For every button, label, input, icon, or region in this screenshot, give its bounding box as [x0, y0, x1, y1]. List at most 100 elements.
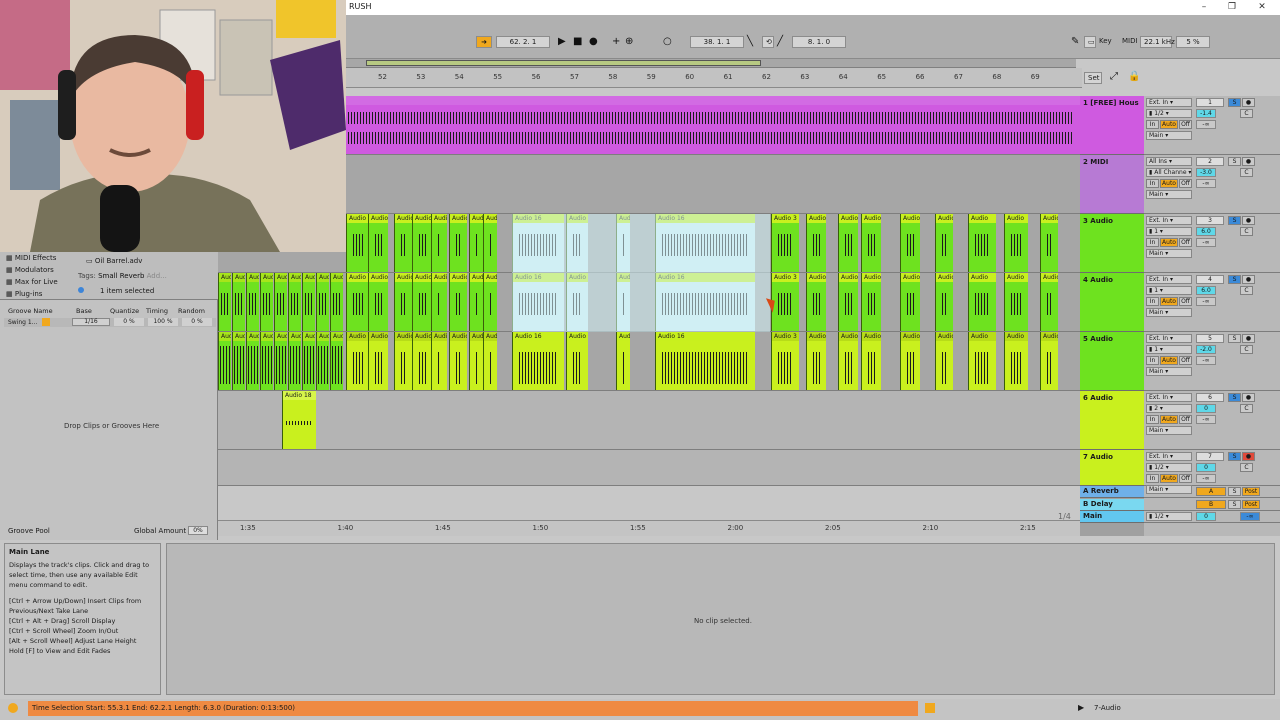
- audio-clip[interactable]: Audio: [1040, 214, 1058, 272]
- monitor-in-button[interactable]: In: [1146, 415, 1159, 424]
- audio-clip[interactable]: Audio: [838, 273, 858, 331]
- solo-button[interactable]: S: [1228, 157, 1241, 166]
- audio-clip[interactable]: Audio: [566, 214, 588, 272]
- send-value[interactable]: -∞: [1196, 120, 1216, 129]
- monitor-off-button[interactable]: Off: [1179, 238, 1192, 247]
- arm-button[interactable]: ●: [1242, 157, 1255, 166]
- punch-out-icon[interactable]: ╱: [777, 35, 783, 49]
- arrangement-track[interactable]: at - RUSH: [218, 96, 1080, 155]
- monitor-auto-button[interactable]: Auto: [1160, 297, 1178, 306]
- audio-clip[interactable]: Aud: [288, 332, 301, 390]
- groove-base-value[interactable]: 1/16: [72, 318, 110, 326]
- output-select[interactable]: Main ▾: [1146, 426, 1192, 435]
- audio-clip[interactable]: Aud: [260, 332, 273, 390]
- input-type-select[interactable]: All Ins ▾: [1146, 157, 1192, 166]
- input-channel-select[interactable]: ▮ 2 ▾: [1146, 404, 1192, 413]
- post-button[interactable]: Post: [1242, 487, 1260, 496]
- tag-add[interactable]: Add...: [147, 272, 167, 280]
- pan-knob[interactable]: C: [1240, 345, 1253, 354]
- loop-length[interactable]: 8. 1. 0: [792, 36, 846, 48]
- output-select[interactable]: Main ▾: [1146, 308, 1192, 317]
- input-type-select[interactable]: Ext. In ▾: [1146, 98, 1192, 107]
- audio-clip[interactable]: Aud: [330, 332, 343, 390]
- play-small-icon[interactable]: ▶: [1078, 703, 1084, 712]
- track-header[interactable]: 4 Audio: [1080, 273, 1144, 332]
- audio-clip[interactable]: Audio: [431, 214, 447, 272]
- arrangement-track[interactable]: [218, 450, 1080, 486]
- audio-clip[interactable]: Audio: [1004, 273, 1028, 331]
- audio-clip[interactable]: Audio: [346, 214, 370, 272]
- volume-value[interactable]: 0: [1196, 463, 1216, 472]
- groove-random-value[interactable]: 0 %: [182, 318, 212, 326]
- output-select[interactable]: Main ▾: [1146, 249, 1192, 258]
- audio-clip[interactable]: Aud: [232, 332, 245, 390]
- audio-clip[interactable]: Audio: [968, 273, 996, 331]
- minimize-button[interactable]: –: [1194, 1, 1214, 13]
- audio-clip[interactable]: Audio: [806, 273, 826, 331]
- volume-value[interactable]: -2.0: [1196, 345, 1216, 354]
- browser-file[interactable]: ▭ Oil Barrel.adv: [86, 257, 142, 265]
- audio-clip[interactable]: Audio: [469, 332, 483, 390]
- main-pan[interactable]: -∞: [1240, 512, 1260, 521]
- audio-clip[interactable]: Audio 16: [655, 332, 755, 390]
- audio-clip[interactable]: Audio: [1040, 273, 1058, 331]
- audio-clip[interactable]: Audio: [1040, 332, 1058, 390]
- arm-button[interactable]: ●: [1242, 393, 1255, 402]
- audio-clip[interactable]: Aud: [288, 273, 301, 331]
- midi-map-button[interactable]: MIDI: [1119, 36, 1139, 48]
- track-header[interactable]: 5 Audio: [1080, 332, 1144, 391]
- browser-item-midi-effects[interactable]: ▦ MIDI Effects: [6, 252, 86, 264]
- return-track-header[interactable]: A Reverb: [1080, 486, 1144, 498]
- solo-button[interactable]: S: [1228, 334, 1241, 343]
- groove-drop-zone[interactable]: Drop Clips or Grooves Here: [64, 422, 159, 430]
- audio-clip[interactable]: Audio 16: [512, 273, 564, 331]
- monitor-in-button[interactable]: In: [1146, 474, 1159, 483]
- track-header[interactable]: 7 Audio: [1080, 450, 1144, 486]
- post-button[interactable]: Post: [1242, 499, 1260, 509]
- track-number[interactable]: 1: [1196, 98, 1224, 107]
- automation-arm-icon[interactable]: ⊕: [625, 35, 633, 49]
- groove-quantize-value[interactable]: 0 %: [114, 318, 144, 326]
- tag-small-reverb[interactable]: Small Reverb: [98, 272, 144, 280]
- warning-icon[interactable]: [925, 703, 935, 713]
- monitor-off-button[interactable]: Off: [1179, 297, 1192, 306]
- audio-clip[interactable]: Audio: [806, 332, 826, 390]
- arrangement-track[interactable]: Audio 18: [218, 391, 1080, 450]
- audio-clip[interactable]: Audio: [368, 214, 388, 272]
- main-output-select[interactable]: ▮ 1/2 ▾: [1146, 512, 1192, 521]
- audio-clip[interactable]: Audio: [431, 273, 447, 331]
- audio-clip[interactable]: Audio: [431, 332, 447, 390]
- audio-clip[interactable]: Audio 16: [512, 214, 564, 272]
- monitor-auto-button[interactable]: Auto: [1160, 356, 1178, 365]
- audio-clip[interactable]: Audio: [483, 332, 497, 390]
- draw-mode-icon[interactable]: ✎: [1071, 35, 1079, 49]
- track-header[interactable]: 1 [FREE] Hous: [1080, 96, 1144, 155]
- browser-item-plug-ins[interactable]: ▦ Plug-ins: [6, 288, 86, 300]
- monitor-off-button[interactable]: Off: [1179, 415, 1192, 424]
- send-value[interactable]: -∞: [1196, 297, 1216, 306]
- overview-window[interactable]: [366, 60, 761, 66]
- monitor-in-button[interactable]: In: [1146, 120, 1159, 129]
- monitor-in-button[interactable]: In: [1146, 356, 1159, 365]
- pan-knob[interactable]: C: [1240, 168, 1253, 177]
- audio-clip[interactable]: Aud: [218, 273, 231, 331]
- volume-value[interactable]: -3.0: [1196, 168, 1216, 177]
- solo-button[interactable]: S: [1228, 216, 1241, 225]
- main-volume[interactable]: 0: [1196, 512, 1216, 521]
- audio-clip[interactable]: Aud: [302, 332, 315, 390]
- input-type-select[interactable]: Ext. In ▾: [1146, 334, 1192, 343]
- record-icon[interactable]: ●: [589, 35, 598, 49]
- track-number[interactable]: 3: [1196, 216, 1224, 225]
- audio-clip[interactable]: Aud: [246, 332, 259, 390]
- audio-clip[interactable]: Aud: [232, 273, 245, 331]
- key-map-icon[interactable]: ▭: [1084, 36, 1096, 48]
- arm-button[interactable]: ●: [1242, 334, 1255, 343]
- monitor-off-button[interactable]: Off: [1179, 474, 1192, 483]
- audio-clip[interactable]: Aud: [330, 273, 343, 331]
- solo-button[interactable]: S: [1228, 275, 1241, 284]
- pan-knob[interactable]: C: [1240, 286, 1253, 295]
- audio-clip[interactable]: Audio: [449, 214, 467, 272]
- restore-button[interactable]: ❐: [1222, 1, 1242, 13]
- set-button[interactable]: Set: [1084, 72, 1102, 84]
- loop-start[interactable]: 38. 1. 1: [690, 36, 744, 48]
